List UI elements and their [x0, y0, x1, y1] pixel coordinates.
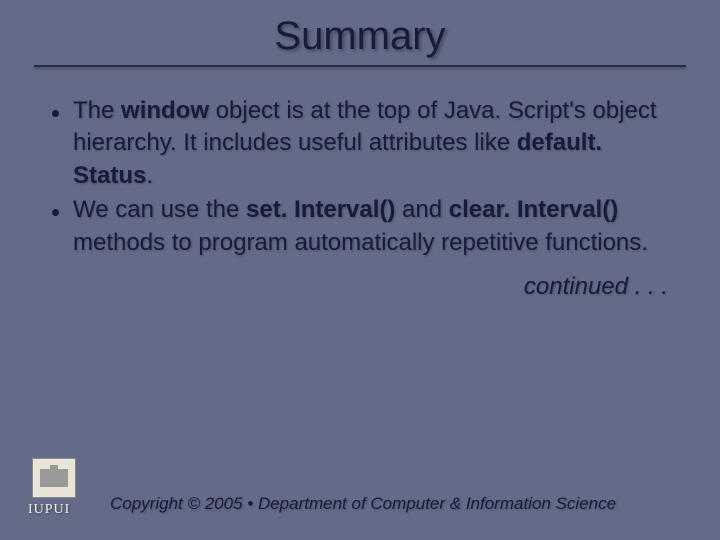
bullet-item: The window object is at the top of Java.… — [52, 95, 668, 192]
code-run: set. Interval() — [246, 196, 395, 223]
code-run: clear. Interval() — [449, 196, 618, 223]
slide-title: Summary — [274, 14, 445, 59]
bullet-text: The window object is at the top of Java.… — [73, 95, 668, 192]
bullet-item: We can use the set. Interval() and clear… — [52, 194, 668, 259]
code-run: window — [121, 97, 209, 124]
institution-name: IUPUI — [28, 502, 70, 518]
text-run: The — [73, 97, 121, 124]
text-run: methods to program automatically repetit… — [73, 229, 648, 256]
copyright-line: Copyright © 2005 • Department of Compute… — [110, 494, 616, 514]
bullet-text: We can use the set. Interval() and clear… — [73, 194, 668, 259]
bullet-dot-icon — [52, 209, 59, 216]
continued-label: continued . . . — [0, 273, 720, 301]
bullet-dot-icon — [52, 110, 59, 117]
slide-footer: IUPUI Copyright © 2005 • Department of C… — [0, 458, 720, 518]
text-run: and — [395, 196, 448, 223]
text-run: We can use the — [73, 196, 246, 223]
institution-logo-icon — [32, 458, 76, 498]
text-run: . — [146, 162, 153, 189]
slide-body: The window object is at the top of Java.… — [0, 67, 720, 259]
